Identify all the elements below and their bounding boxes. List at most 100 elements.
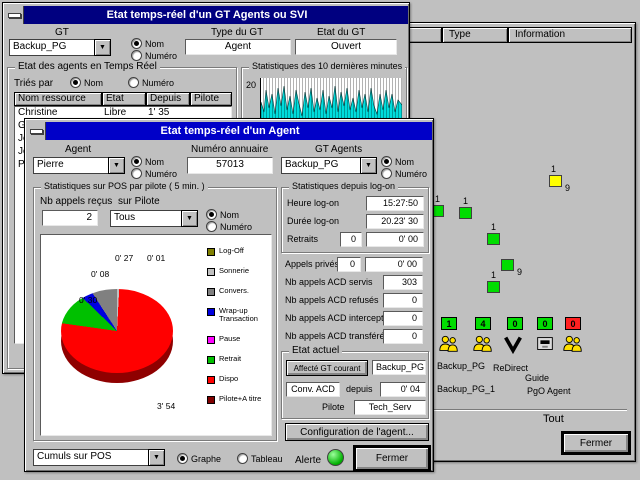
chevron-down-icon[interactable]: ▼ — [108, 157, 125, 174]
system-menu-button[interactable] — [6, 6, 24, 24]
table-header-nom[interactable]: Nom ressource — [14, 92, 102, 106]
since-value: 0' 04 — [380, 382, 426, 397]
title-bar[interactable]: Etat temps-réel d'un Agent — [28, 122, 432, 140]
radio-gtagents-numero[interactable]: Numéro — [381, 168, 427, 179]
legend-item: Pilote+A titre — [207, 395, 271, 404]
gt-select-value: Backup_PG — [9, 39, 94, 56]
sorted-by-label: Triés par — [14, 78, 53, 89]
agent-status-square[interactable] — [459, 207, 472, 219]
group-count-tile[interactable]: 0 — [537, 317, 553, 330]
agents-group-icon[interactable] — [471, 333, 495, 355]
title-bar[interactable]: Etat temps-réel d'un GT Agents ou SVI — [6, 6, 408, 24]
chevron-down-icon[interactable]: ▼ — [148, 449, 165, 466]
window-title: Etat temps-réel d'un GT Agents ou SVI — [107, 9, 308, 21]
radio-graphe[interactable]: Graphe — [177, 453, 221, 464]
legend-label: Pilote+A titre — [219, 395, 271, 403]
scatter-count-label: 1 — [435, 194, 440, 204]
chevron-down-icon[interactable]: ▼ — [181, 210, 198, 227]
column-header-information[interactable]: Information — [508, 27, 632, 43]
radio-icon — [128, 77, 139, 88]
agent-select[interactable]: Pierre ▼ — [33, 157, 125, 174]
guide-device-icon[interactable] — [533, 333, 557, 355]
legend-label: Convers. — [219, 287, 271, 295]
assigned-gt-value: Backup_PG — [372, 360, 426, 375]
column-header-type[interactable]: Type — [442, 27, 508, 43]
cumuls-select-value: Cumuls sur POS — [33, 449, 148, 466]
chevron-down-icon[interactable]: ▼ — [360, 157, 377, 174]
legend-swatch — [207, 308, 215, 316]
agent-realtime-window: Etat temps-réel d'un Agent Agent Pierre … — [24, 118, 434, 472]
group-title: Etat actuel — [289, 345, 342, 356]
group-count-tile[interactable]: 0 — [565, 317, 581, 330]
agent-status-square[interactable] — [549, 175, 562, 187]
radio-agent-numero[interactable]: Numéro — [131, 168, 177, 179]
radio-icon — [70, 77, 81, 88]
scatter-count-label: 9 — [517, 267, 522, 277]
close-button[interactable]: Fermer — [563, 433, 629, 453]
radio-label: Numéro — [145, 51, 177, 61]
radio-label: Nom — [145, 39, 164, 49]
logon-time-label: Heure log-on — [287, 198, 339, 208]
radio-label: Numéro — [220, 222, 252, 232]
agents-group-icon[interactable] — [437, 333, 461, 355]
group-label: Guide — [525, 373, 549, 383]
gt-type-label: Type du GT — [211, 27, 263, 38]
cumuls-select[interactable]: Cumuls sur POS ▼ — [33, 449, 165, 466]
logon-duration-label: Durée log-on — [287, 216, 339, 226]
radio-tableau[interactable]: Tableau — [237, 453, 283, 464]
tout-label: Tout — [543, 413, 564, 425]
redirect-icon[interactable] — [501, 333, 525, 355]
gt-agents-select-value: Backup_PG — [281, 157, 360, 174]
calls-received-value: 2 — [42, 210, 98, 226]
directory-number-label: Numéro annuaire — [191, 144, 268, 155]
radio-label: Tableau — [251, 454, 283, 464]
radio-gt-nom[interactable]: Nom — [131, 38, 164, 49]
scatter-count-label: 1 — [551, 164, 556, 174]
pilot-select[interactable]: Tous ▼ — [110, 210, 198, 227]
table-header-pilote[interactable]: Pilote — [190, 92, 232, 106]
gt-agents-label: GT Agents — [315, 144, 362, 155]
gt-label: GT — [55, 27, 69, 38]
gt-agents-select[interactable]: Backup_PG ▼ — [281, 157, 377, 174]
radio-sort-nom[interactable]: Nom — [70, 77, 103, 88]
group-label: Backup_PG — [437, 361, 485, 371]
scatter-count-label: 9 — [565, 183, 570, 193]
assigned-gt-button[interactable]: Affecté GT courant — [286, 360, 368, 376]
legend-label: Dispo — [219, 375, 271, 383]
system-menu-button[interactable] — [28, 122, 46, 140]
pie-time-wrapup: 0' 08 — [91, 269, 109, 279]
radio-gtagents-nom[interactable]: Nom — [381, 156, 414, 167]
retraits-count: 0 — [340, 232, 362, 247]
gt-type-value: Agent — [185, 39, 291, 55]
table-header-etat[interactable]: Etat — [102, 92, 146, 106]
gt-select[interactable]: Backup_PG ▼ — [9, 39, 111, 56]
pie-chart-panel: 0' 27 0' 01 0' 08 0' 30 3' 54 Log-Off So… — [40, 234, 272, 436]
acd-served-value: 303 — [383, 275, 423, 290]
directory-number-value: 57013 — [187, 157, 273, 174]
radio-label: Nom — [395, 157, 414, 167]
agents-group-icon[interactable] — [561, 333, 585, 355]
agent-config-button[interactable]: Configuration de l'agent... — [285, 423, 429, 441]
acd-transferred-value: 0 — [383, 329, 423, 344]
radio-icon — [381, 168, 392, 179]
group-count-tile[interactable]: 4 — [475, 317, 491, 330]
radio-sort-numero[interactable]: Numéro — [128, 77, 174, 88]
radio-gt-numero[interactable]: Numéro — [131, 50, 177, 61]
group-count-tile[interactable]: 1 — [441, 317, 457, 330]
agent-status-square[interactable] — [501, 259, 514, 271]
scatter-count-label: 1 — [463, 196, 468, 206]
radio-icon — [206, 209, 217, 220]
radio-pilot-nom[interactable]: Nom — [206, 209, 239, 220]
radio-agent-nom[interactable]: Nom — [131, 156, 164, 167]
agent-status-square[interactable] — [487, 233, 500, 245]
group-count-tile[interactable]: 0 — [507, 317, 523, 330]
gt-state-value: Ouvert — [295, 39, 397, 55]
agent-status-square[interactable] — [487, 281, 500, 293]
close-button[interactable]: Fermer — [355, 447, 429, 470]
legend-swatch — [207, 356, 215, 364]
radio-pilot-numero[interactable]: Numéro — [206, 221, 252, 232]
table-header-depuis[interactable]: Depuis — [146, 92, 190, 106]
y-axis-tick: 20 — [246, 80, 256, 90]
radio-label: Numéro — [395, 169, 427, 179]
chevron-down-icon[interactable]: ▼ — [94, 39, 111, 56]
